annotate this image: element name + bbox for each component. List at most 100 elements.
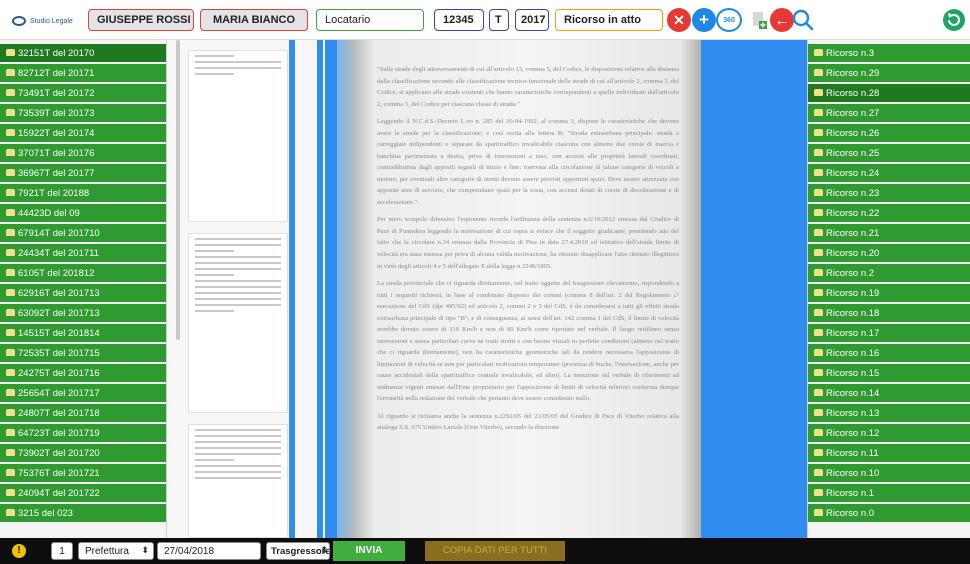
procedure-item[interactable]: 24807T del 201718 <box>0 404 166 422</box>
appeal-item[interactable]: Ricorso n.25 <box>808 144 970 162</box>
appeal-item[interactable]: Ricorso n.29 <box>808 64 970 82</box>
procedure-item[interactable]: 75376T del 201721 <box>0 464 166 482</box>
car-icon <box>814 348 823 356</box>
procedure-item[interactable]: 62916T del 201713 <box>0 284 166 302</box>
add-circle-icon[interactable]: + <box>692 8 716 32</box>
page-thumbnail[interactable] <box>188 50 288 222</box>
appeal-item-label: Ricorso n.1 <box>826 488 875 499</box>
procedure-item-label: 3215 del 023 <box>18 508 73 519</box>
car-icon <box>814 308 823 316</box>
appeal-item[interactable]: Ricorso n.27 <box>808 104 970 122</box>
appeal-item-label: Ricorso n.29 <box>826 68 880 79</box>
appeal-item-label: Ricorso n.25 <box>826 148 880 159</box>
appeal-item-label: Ricorso n.15 <box>826 368 880 379</box>
car-icon <box>6 228 15 236</box>
appeal-item[interactable]: Ricorso n.11 <box>808 444 970 462</box>
procedure-item[interactable]: 15922T del 20174 <box>0 124 166 142</box>
next-page-chevron-icon[interactable]: › <box>674 288 690 305</box>
procedure-item[interactable]: 7921T del 20188 <box>0 184 166 202</box>
appeal-item[interactable]: Ricorso n.24 <box>808 164 970 182</box>
appeal-item-label: Ricorso n.10 <box>826 468 880 479</box>
document-page[interactable]: "Sulle strade degli attraversamenti di c… <box>353 40 701 538</box>
appeal-item[interactable]: Ricorso n.1 <box>808 484 970 502</box>
appeal-item-label: Ricorso n.14 <box>826 388 880 399</box>
procedure-item[interactable]: 32151T del 20170 <box>0 44 166 62</box>
procedure-item[interactable]: 73491T del 20172 <box>0 84 166 102</box>
logo-mark-icon <box>12 16 26 26</box>
top-toolbar: Studio Legale GIUSEPPE ROSSI MARIA BIANC… <box>0 0 970 40</box>
refresh-icon[interactable] <box>942 8 966 32</box>
procedure-item[interactable]: 64723T del 201719 <box>0 424 166 442</box>
appeal-item[interactable]: Ricorso n.18 <box>808 304 970 322</box>
car-icon <box>814 248 823 256</box>
appeal-item[interactable]: Ricorso n.10 <box>808 464 970 482</box>
appeal-item[interactable]: Ricorso n.0 <box>808 504 970 522</box>
procedure-item[interactable]: 3215 del 023 <box>0 504 166 522</box>
procedure-item[interactable]: 37071T del 20176 <box>0 144 166 162</box>
appeal-item[interactable]: Ricorso n.21 <box>808 224 970 242</box>
plaintiff-field[interactable]: GIUSEPPE ROSSI <box>88 9 194 31</box>
procedure-item[interactable]: 73539T del 20173 <box>0 104 166 122</box>
page-thumbnail[interactable] <box>188 233 288 413</box>
number-field[interactable]: 12345 <box>434 9 484 31</box>
procedure-item[interactable]: 6105T del 201812 <box>0 264 166 282</box>
procedure-item[interactable]: 67914T del 201710 <box>0 224 166 242</box>
appeal-item[interactable]: Ricorso n.28 <box>808 84 970 102</box>
car-icon <box>6 468 15 476</box>
car-icon <box>6 368 15 376</box>
appeal-item[interactable]: Ricorso n.22 <box>808 204 970 222</box>
procedure-item-label: 25654T del 201717 <box>18 388 100 399</box>
appeal-item[interactable]: Ricorso n.2 <box>808 264 970 282</box>
status-field[interactable]: Ricorso in atto <box>555 9 663 31</box>
appeal-item[interactable]: Ricorso n.12 <box>808 424 970 442</box>
procedure-item[interactable]: 44423D del 09 <box>0 204 166 222</box>
car-icon <box>814 48 823 56</box>
add-file-icon[interactable] <box>747 8 771 32</box>
appeal-item-label: Ricorso n.17 <box>826 328 880 339</box>
car-icon <box>6 148 15 156</box>
procedure-item[interactable]: 24094T del 201722 <box>0 484 166 502</box>
appeal-item[interactable]: Ricorso n.14 <box>808 384 970 402</box>
role-field[interactable]: Locatario <box>316 9 424 31</box>
procedure-item-label: 62916T del 201713 <box>18 288 100 299</box>
defendant-field[interactable]: MARIA BIANCO <box>200 9 308 31</box>
procedure-item[interactable]: 82712T del 20171 <box>0 64 166 82</box>
page-thumbnail[interactable] <box>188 424 288 538</box>
appeal-item-label: Ricorso n.23 <box>826 188 880 199</box>
procedure-item[interactable]: 24434T del 201711 <box>0 244 166 262</box>
procedure-item-label: 64723T del 201719 <box>18 428 100 439</box>
rotate-360-icon[interactable]: 360 <box>716 8 742 32</box>
close-circle-icon[interactable]: ✕ <box>667 8 691 32</box>
car-icon <box>814 508 823 516</box>
thumbnails-scrollbar[interactable] <box>176 40 180 340</box>
appeal-item[interactable]: Ricorso n.3 <box>808 44 970 62</box>
procedure-item-label: 24807T del 201718 <box>18 408 100 419</box>
thumbnails-divider <box>317 40 323 538</box>
appeal-item[interactable]: Ricorso n.15 <box>808 364 970 382</box>
date-field[interactable]: 27/04/2018 <box>157 542 261 560</box>
appeal-item[interactable]: Ricorso n.23 <box>808 184 970 202</box>
copy-data-to-all-button[interactable]: COPIA DATI PER TUTTI <box>425 541 565 561</box>
authority-select[interactable]: Prefettura ⬍ <box>78 542 154 560</box>
procedure-item[interactable]: 25654T del 201717 <box>0 384 166 402</box>
send-button[interactable]: INVIA <box>333 541 405 561</box>
appeal-item[interactable]: Ricorso n.13 <box>808 404 970 422</box>
procedure-item[interactable]: 36967T del 20177 <box>0 164 166 182</box>
appeal-item[interactable]: Ricorso n.16 <box>808 344 970 362</box>
appeal-item[interactable]: Ricorso n.20 <box>808 244 970 262</box>
counter-field[interactable]: 1 <box>51 542 73 560</box>
procedure-item[interactable]: 24275T del 201716 <box>0 364 166 382</box>
car-icon <box>6 288 15 296</box>
procedure-item[interactable]: 63092T del 201713 <box>0 304 166 322</box>
search-icon[interactable] <box>791 8 815 32</box>
appeal-item[interactable]: Ricorso n.17 <box>808 324 970 342</box>
subject-select[interactable]: Trasgressore ⬍ <box>266 542 330 560</box>
type-field[interactable]: T <box>489 9 509 31</box>
car-icon <box>6 188 15 196</box>
year-field[interactable]: 2017 <box>515 9 549 31</box>
appeal-item[interactable]: Ricorso n.19 <box>808 284 970 302</box>
procedure-item[interactable]: 14515T del 201814 <box>0 324 166 342</box>
procedure-item[interactable]: 72535T del 201715 <box>0 344 166 362</box>
procedure-item[interactable]: 73902T del 201720 <box>0 444 166 462</box>
appeal-item[interactable]: Ricorso n.26 <box>808 124 970 142</box>
